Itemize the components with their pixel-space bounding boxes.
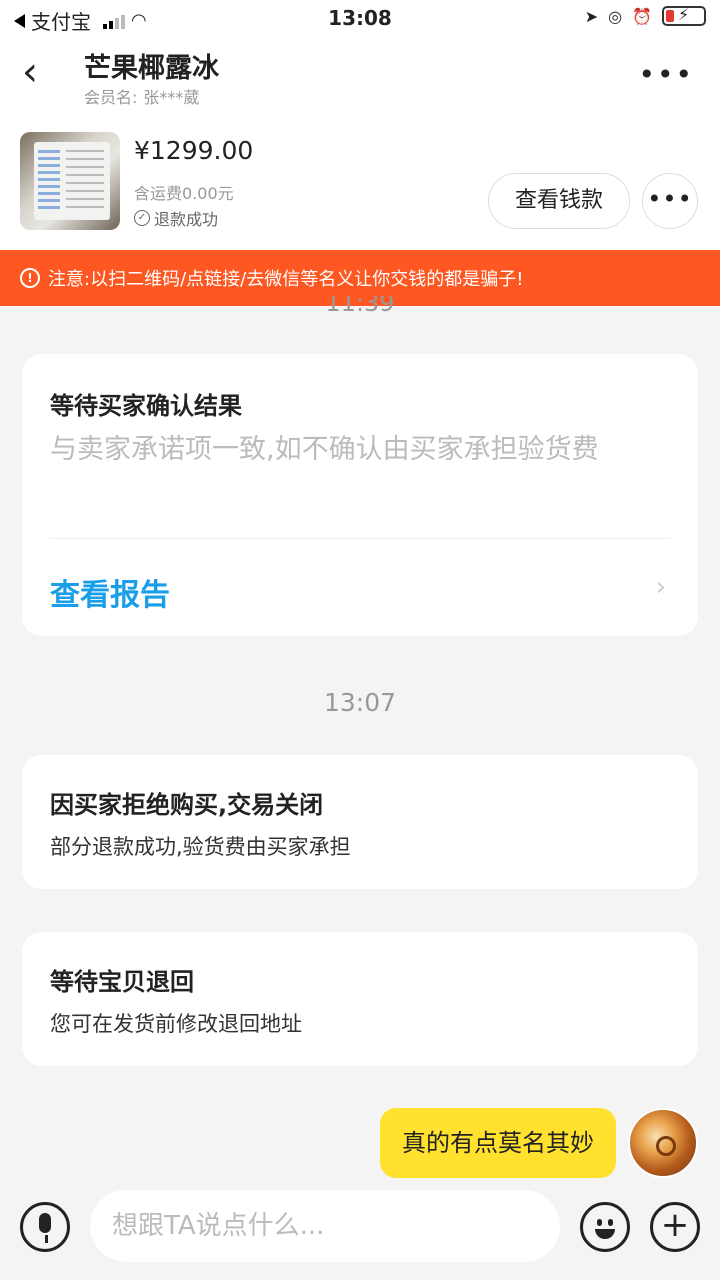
timestamp: 13:07: [323, 688, 397, 717]
divider: [50, 538, 670, 539]
chevron-right-icon[interactable]: ›: [656, 572, 666, 602]
battery-icon: ⚡: [662, 5, 706, 26]
location-icon: ➤: [584, 6, 599, 26]
view-money-button[interactable]: 查看钱款: [488, 173, 630, 229]
rotation-lock-icon: ◎: [608, 6, 623, 26]
member-name: 张***葳: [143, 88, 200, 107]
card-description: 部分退款成功,验货费由买家承担: [50, 835, 351, 859]
input-bar: 想跟TA说点什么... +: [0, 1190, 720, 1280]
back-button[interactable]: ‹: [22, 52, 62, 94]
alert-icon: !: [20, 268, 40, 288]
message-input[interactable]: 想跟TA说点什么...: [90, 1190, 560, 1262]
card-title: 因买家拒绝购买,交易关闭: [50, 791, 324, 819]
product-thumbnail[interactable]: [20, 132, 120, 230]
timestamp-partial: 11:39: [325, 296, 395, 316]
product-price: ¥1299.00: [134, 136, 254, 165]
chat-title: 芒果椰露冰: [84, 53, 219, 84]
status-right: ➤ ◎ ⏰ ⚡: [584, 5, 706, 26]
check-circle-icon: ✓: [134, 210, 150, 226]
microphone-icon: [39, 1213, 51, 1233]
emoji-button[interactable]: [580, 1202, 630, 1252]
outgoing-message-bubble[interactable]: 真的有点莫名其妙: [380, 1108, 616, 1178]
status-bar: 支付宝 ◠ 13:08 ➤ ◎ ⏰ ⚡: [0, 0, 720, 40]
plus-icon: +: [660, 1205, 690, 1245]
member-label: 会员名:: [84, 88, 138, 107]
voice-input-button[interactable]: [20, 1202, 70, 1252]
refund-status: ✓ 退款成功: [134, 206, 218, 230]
more-options-button[interactable]: •••: [638, 58, 694, 91]
smiley-icon: [595, 1229, 615, 1239]
product-more-button[interactable]: •••: [642, 173, 698, 229]
warning-text: 注意:以扫二维码/点链接/去微信等名义让你交钱的都是骗子!: [48, 269, 524, 290]
card-description: 与卖家承诺项一致,如不确认由买家承担验货费: [50, 434, 599, 465]
shipping-fee: 含运费0.00元: [134, 184, 234, 203]
inspection-result-card: 等待买家确认结果 与卖家承诺项一致,如不确认由买家承担验货费 查看报告 ›: [22, 354, 698, 636]
card-description: 您可在发货前修改退回地址: [50, 1012, 302, 1036]
add-attachment-button[interactable]: +: [650, 1202, 700, 1252]
chevron-left-icon: ‹: [22, 49, 38, 95]
card-title: 等待买家确认结果: [50, 392, 242, 420]
item-return-card: 等待宝贝退回 您可在发货前修改退回地址: [22, 932, 698, 1066]
view-report-link[interactable]: 查看报告: [50, 570, 170, 614]
alarm-icon: ⏰: [632, 6, 652, 26]
card-title: 等待宝贝退回: [50, 968, 194, 996]
refund-status-text: 退款成功: [154, 210, 219, 229]
user-avatar[interactable]: [628, 1108, 698, 1178]
trade-closed-card: 因买家拒绝购买,交易关闭 部分退款成功,验货费由买家承担: [22, 755, 698, 889]
member-info: 会员名: 张***葳: [84, 84, 199, 108]
chat-header: ‹ 芒果椰露冰 会员名: 张***葳 ••• ¥1299.00 含运费0.00元 …: [0, 40, 720, 250]
